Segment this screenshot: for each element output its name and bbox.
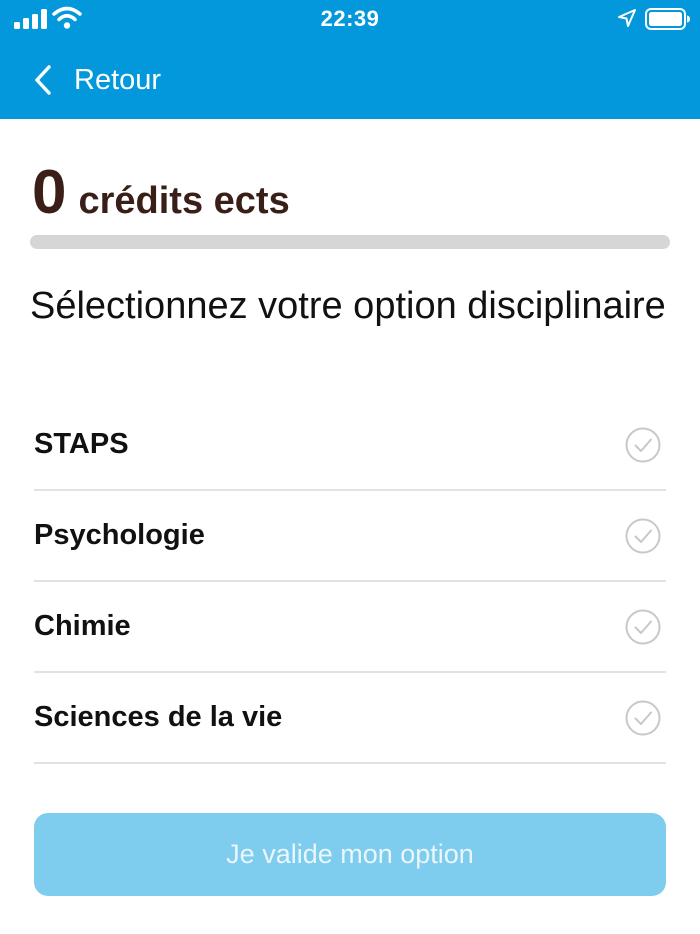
option-label: Chimie xyxy=(34,610,131,642)
option-item-chimie[interactable]: Chimie xyxy=(34,582,666,673)
location-arrow-icon xyxy=(618,9,636,27)
back-label: Retour xyxy=(74,63,162,96)
credits-value: 0 xyxy=(32,158,67,227)
status-time: 22:39 xyxy=(320,6,380,31)
option-item-psychologie[interactable]: Psychologie xyxy=(34,491,666,582)
check-circle-icon xyxy=(625,609,661,644)
validate-option-button[interactable]: Je valide mon option xyxy=(34,813,666,896)
status-bar: 22:39 xyxy=(0,0,700,40)
option-label: STAPS xyxy=(34,428,129,460)
credits-progress-bar xyxy=(30,235,670,249)
credits-unit: crédits ects xyxy=(78,180,290,222)
app-header: 22:39 Retour xyxy=(0,0,700,119)
check-circle-icon xyxy=(625,700,661,735)
option-item-staps[interactable]: STAPS xyxy=(34,400,666,491)
chevron-left-icon xyxy=(35,65,51,95)
option-label: Sciences de la vie xyxy=(34,701,283,733)
section-title: Sélectionnez votre option disciplinaire xyxy=(30,285,666,327)
credits-summary: 0 crédits ects xyxy=(32,158,290,228)
option-label: Psychologie xyxy=(34,519,205,551)
check-circle-icon xyxy=(625,518,661,553)
back-button[interactable]: Retour xyxy=(0,52,161,108)
check-circle-icon xyxy=(625,427,661,462)
option-item-sciences-de-la-vie[interactable]: Sciences de la vie xyxy=(34,673,666,764)
battery-icon xyxy=(645,8,690,30)
option-list: STAPS Psychologie Chimie Sciences de la … xyxy=(34,400,666,764)
